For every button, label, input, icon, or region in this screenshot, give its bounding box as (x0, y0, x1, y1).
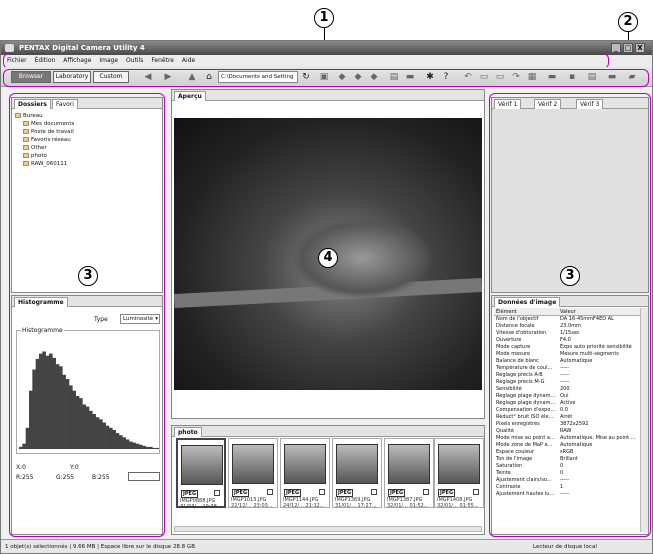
jpeg-badge: JPEG (232, 489, 250, 497)
left-column-highlight (9, 93, 165, 537)
thumbnail-item[interactable]: JPEG IMGP0888.JPG 31/03/... 19:38... (176, 438, 226, 510)
minimize-button[interactable]: _ (611, 43, 621, 53)
status-right: Lecteur de disque local (533, 544, 597, 550)
select-checkbox[interactable] (267, 489, 273, 495)
app-window: PENTAX Digital Camera Utility 4 _ □ X Fi… (0, 40, 653, 554)
close-button[interactable]: X (635, 43, 645, 53)
select-checkbox[interactable] (214, 490, 220, 496)
thumbnails-panel: photo JPEG IMGP0888.JPG 31/03/... 19:38.… (171, 425, 485, 535)
preview-tabstrip: Aperçu (172, 90, 484, 101)
select-checkbox[interactable] (371, 489, 377, 495)
tab-photo[interactable]: photo (174, 427, 202, 437)
thumbnail-date: 32/01/... 01:52... (387, 503, 429, 509)
thumbnail-item[interactable]: JPEG IMGP1408.JPG 32/01/... 01:55... (434, 438, 484, 509)
thumbnail-image (284, 444, 326, 484)
callout-2: 2 (618, 12, 638, 32)
callout-4: 4 (318, 248, 338, 268)
select-checkbox[interactable] (423, 489, 429, 495)
thumbs-scrollbar[interactable] (174, 526, 482, 532)
jpeg-badge: JPEG (336, 489, 354, 497)
app-logo-icon (5, 44, 14, 52)
preview-panel: Aperçu 4 (171, 89, 485, 419)
jpeg-badge: JPEG (388, 489, 406, 497)
jpeg-badge: JPEG (438, 489, 456, 497)
window-title: PENTAX Digital Camera Utility 4 (19, 44, 145, 52)
select-checkbox[interactable] (473, 489, 479, 495)
right-column-highlight (489, 93, 651, 537)
thumbnail-item[interactable]: JPEG IMGP1387.JPG 32/01/... 01:52... (384, 438, 434, 509)
thumbnail-date: 32/01/... 01:55... (437, 503, 479, 509)
toolbar-highlight (3, 69, 649, 87)
thumbnail-date: 22/12/... 23:03... (231, 503, 273, 509)
select-checkbox[interactable] (319, 489, 325, 495)
photo-squirrel (292, 218, 432, 298)
maximize-button[interactable]: □ (623, 43, 633, 53)
thumbnail-item[interactable]: JPEG IMGP1369.JPG 31/01/... 17:27... (332, 438, 382, 509)
thumbs-tabstrip: photo (172, 426, 484, 437)
thumbnail-image (181, 445, 223, 485)
thumbnail-item[interactable]: JPEG IMGP1144.JPG 24/12/... 21:12... (280, 438, 330, 509)
thumbnail-image (388, 444, 430, 484)
status-bar: 1 objet(s) sélectionnés | 9.66 MB | Espa… (1, 539, 652, 553)
callout-1: 1 (314, 8, 334, 28)
thumbnail-date: 31/03/... 19:38... (180, 504, 222, 510)
thumbnail-item[interactable]: JPEG IMGP1013.JPG 22/12/... 23:03... (228, 438, 278, 509)
thumbnail-date: 24/12/... 21:12... (283, 503, 325, 509)
tab-apercu[interactable]: Aperçu (174, 91, 206, 101)
thumbnail-image (336, 444, 378, 484)
preview-image[interactable]: 4 (174, 118, 482, 390)
thumbnail-image (232, 444, 274, 484)
jpeg-badge: JPEG (181, 490, 199, 498)
jpeg-badge: JPEG (284, 489, 302, 497)
thumbnail-date: 31/01/... 17:27... (335, 503, 377, 509)
status-left: 1 objet(s) sélectionnés | 9.66 MB | Espa… (5, 544, 195, 550)
thumbnail-image (438, 444, 480, 484)
